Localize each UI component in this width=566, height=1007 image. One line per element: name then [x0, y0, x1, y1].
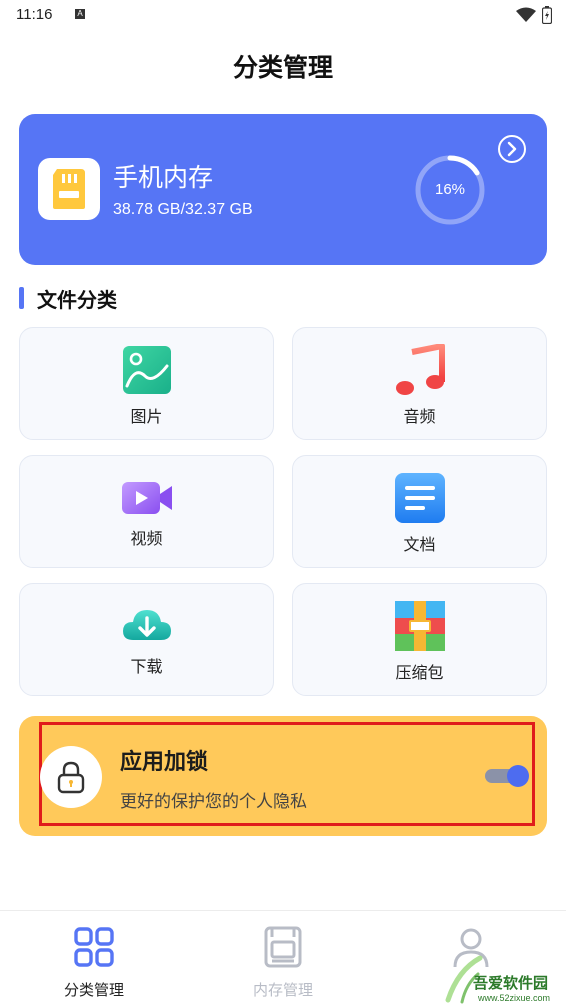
app-lock-subtitle: 更好的保护您的个人隐私 [120, 792, 307, 812]
status-bar: 11:16 A [0, 0, 566, 30]
category-video[interactable]: 视频 [19, 455, 274, 568]
image-icon [123, 346, 171, 394]
category-label: 视频 [130, 529, 163, 548]
storage-card[interactable]: 手机内存 38.78 GB/32.37 GB 16% [19, 114, 547, 265]
grid-icon [74, 927, 114, 967]
category-label: 音频 [403, 407, 436, 426]
section-title: 文件分类 [37, 287, 117, 312]
lock-icon-circle [40, 746, 102, 808]
chevron-right-icon[interactable] [497, 134, 527, 164]
category-downloads[interactable]: 下载 [19, 583, 274, 696]
battery-icon [542, 6, 552, 24]
watermark-url: www.52zixue.com [478, 993, 551, 1003]
status-time: 11:16 [16, 6, 53, 23]
sd-card-icon [38, 158, 100, 220]
video-icon [122, 482, 172, 514]
storage-size: 38.78 GB/32.37 GB [113, 201, 253, 218]
section-accent-bar [19, 287, 24, 309]
wifi-icon [516, 7, 536, 22]
storage-icon [264, 926, 302, 968]
watermark-text: 吾爱软件园 [473, 974, 549, 992]
app-lock-toggle[interactable] [483, 765, 529, 787]
category-label: 下载 [130, 657, 163, 676]
category-label: 文档 [403, 535, 436, 554]
document-icon [395, 473, 445, 523]
app-lock-title: 应用加锁 [120, 750, 209, 775]
category-archives[interactable]: 压缩包 [292, 583, 547, 696]
category-images[interactable]: 图片 [19, 327, 274, 440]
nav-label: 分类管理 [63, 981, 124, 999]
section-header: 文件分类 [19, 285, 117, 312]
category-label: 压缩包 [395, 663, 444, 682]
notification-icon: A [75, 9, 85, 19]
storage-title: 手机内存 [113, 163, 214, 192]
music-icon [396, 344, 445, 395]
cloud-download-icon [123, 610, 171, 640]
nav-label: 内存管理 [252, 981, 313, 999]
lock-icon [57, 761, 85, 794]
category-audio[interactable]: 音频 [292, 327, 547, 440]
archive-icon [395, 601, 445, 651]
toggle-knob [507, 765, 529, 787]
category-label: 图片 [130, 407, 163, 426]
nav-tab-storage[interactable]: 内存管理 [189, 911, 377, 1007]
storage-percent: 16% [434, 181, 466, 198]
category-documents[interactable]: 文档 [292, 455, 547, 568]
app-lock-card[interactable]: 应用加锁 更好的保护您的个人隐私 [19, 716, 547, 836]
nav-tab-category[interactable]: 分类管理 [0, 911, 188, 1007]
page-title: 分类管理 [232, 53, 333, 82]
